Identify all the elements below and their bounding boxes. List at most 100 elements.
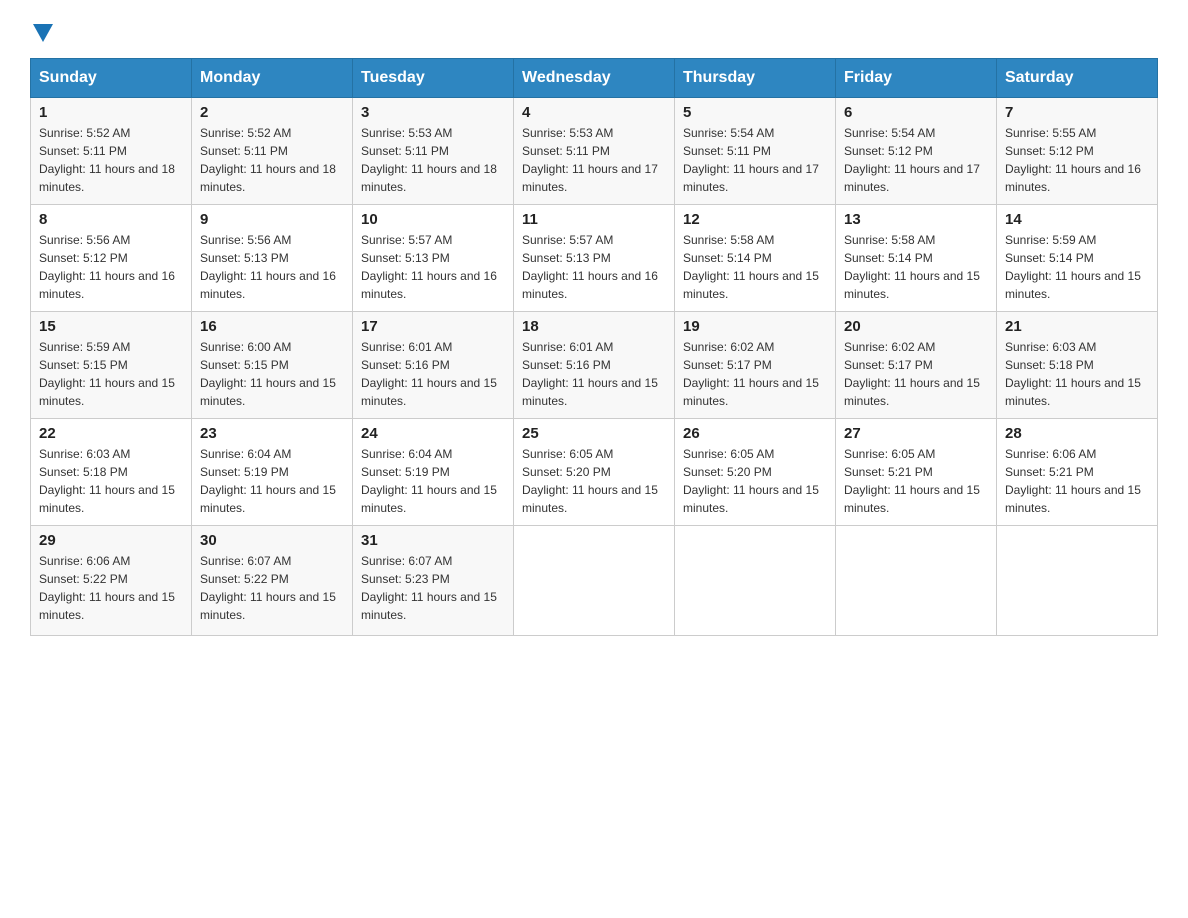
calendar-cell: 7 Sunrise: 5:55 AMSunset: 5:12 PMDaylight… — [997, 98, 1158, 205]
day-number: 22 — [39, 425, 183, 442]
calendar-cell: 25Sunrise: 6:05 AMSunset: 5:20 PMDayligh… — [514, 419, 675, 526]
calendar-cell: 4 Sunrise: 5:53 AMSunset: 5:11 PMDaylight… — [514, 98, 675, 205]
header-tuesday: Tuesday — [353, 59, 514, 98]
day-info: Sunrise: 5:53 AMSunset: 5:11 PMDaylight:… — [361, 124, 505, 196]
day-info: Sunrise: 5:52 AMSunset: 5:11 PMDaylight:… — [200, 124, 344, 196]
day-info: Sunrise: 5:55 AMSunset: 5:12 PMDaylight:… — [1005, 124, 1149, 196]
day-number: 5 — [683, 104, 827, 121]
day-number: 24 — [361, 425, 505, 442]
day-info: Sunrise: 6:01 AMSunset: 5:16 PMDaylight:… — [361, 338, 505, 410]
day-info: Sunrise: 6:02 AMSunset: 5:17 PMDaylight:… — [683, 338, 827, 410]
day-info: Sunrise: 5:58 AMSunset: 5:14 PMDaylight:… — [844, 231, 988, 303]
calendar-week-row: 8 Sunrise: 5:56 AMSunset: 5:12 PMDaylight… — [31, 205, 1158, 312]
day-number: 21 — [1005, 318, 1149, 335]
day-info: Sunrise: 5:58 AMSunset: 5:14 PMDaylight:… — [683, 231, 827, 303]
header-wednesday: Wednesday — [514, 59, 675, 98]
header-monday: Monday — [192, 59, 353, 98]
day-info: Sunrise: 6:05 AMSunset: 5:20 PMDaylight:… — [683, 445, 827, 517]
day-number: 20 — [844, 318, 988, 335]
day-number: 31 — [361, 532, 505, 549]
calendar-week-row: 22 Sunrise: 6:03 AMSunset: 5:18 PMDayligh… — [31, 419, 1158, 526]
calendar-cell — [514, 526, 675, 636]
calendar-cell: 31 Sunrise: 6:07 AMSunset: 5:23 PMDayligh… — [353, 526, 514, 636]
day-number: 28 — [1005, 425, 1149, 442]
calendar-cell: 1Sunrise: 5:52 AMSunset: 5:11 PMDaylight… — [31, 98, 192, 205]
day-number: 14 — [1005, 211, 1149, 228]
calendar-cell: 11 Sunrise: 5:57 AMSunset: 5:13 PMDayligh… — [514, 205, 675, 312]
day-number: 1 — [39, 104, 183, 121]
day-info: Sunrise: 6:02 AMSunset: 5:17 PMDaylight:… — [844, 338, 988, 410]
day-number: 30 — [200, 532, 344, 549]
day-info: Sunrise: 6:07 AMSunset: 5:23 PMDaylight:… — [361, 552, 505, 624]
day-info: Sunrise: 5:57 AMSunset: 5:13 PMDaylight:… — [522, 231, 666, 303]
day-number: 11 — [522, 211, 666, 228]
day-info: Sunrise: 6:03 AMSunset: 5:18 PMDaylight:… — [39, 445, 183, 517]
calendar-cell: 21 Sunrise: 6:03 AMSunset: 5:18 PMDayligh… — [997, 312, 1158, 419]
day-info: Sunrise: 6:01 AMSunset: 5:16 PMDaylight:… — [522, 338, 666, 410]
calendar-cell: 14 Sunrise: 5:59 AMSunset: 5:14 PMDayligh… — [997, 205, 1158, 312]
calendar-cell: 3Sunrise: 5:53 AMSunset: 5:11 PMDaylight… — [353, 98, 514, 205]
calendar-cell: 12 Sunrise: 5:58 AMSunset: 5:14 PMDayligh… — [675, 205, 836, 312]
calendar-cell — [675, 526, 836, 636]
day-number: 13 — [844, 211, 988, 228]
header-sunday: Sunday — [31, 59, 192, 98]
calendar-cell: 17 Sunrise: 6:01 AMSunset: 5:16 PMDayligh… — [353, 312, 514, 419]
calendar-cell: 29 Sunrise: 6:06 AMSunset: 5:22 PMDayligh… — [31, 526, 192, 636]
calendar-cell: 18Sunrise: 6:01 AMSunset: 5:16 PMDayligh… — [514, 312, 675, 419]
calendar-cell: 15 Sunrise: 5:59 AMSunset: 5:15 PMDayligh… — [31, 312, 192, 419]
day-number: 10 — [361, 211, 505, 228]
day-number: 29 — [39, 532, 183, 549]
day-info: Sunrise: 5:53 AMSunset: 5:11 PMDaylight:… — [522, 124, 666, 196]
day-info: Sunrise: 6:04 AMSunset: 5:19 PMDaylight:… — [361, 445, 505, 517]
day-info: Sunrise: 6:04 AMSunset: 5:19 PMDaylight:… — [200, 445, 344, 517]
calendar-cell: 30 Sunrise: 6:07 AMSunset: 5:22 PMDayligh… — [192, 526, 353, 636]
calendar-cell: 10 Sunrise: 5:57 AMSunset: 5:13 PMDayligh… — [353, 205, 514, 312]
day-number: 27 — [844, 425, 988, 442]
header-friday: Friday — [836, 59, 997, 98]
logo — [30, 20, 53, 40]
calendar-cell: 27Sunrise: 6:05 AMSunset: 5:21 PMDayligh… — [836, 419, 997, 526]
day-info: Sunrise: 6:07 AMSunset: 5:22 PMDaylight:… — [200, 552, 344, 624]
day-info: Sunrise: 5:57 AMSunset: 5:13 PMDaylight:… — [361, 231, 505, 303]
day-number: 25 — [522, 425, 666, 442]
calendar-cell: 23 Sunrise: 6:04 AMSunset: 5:19 PMDayligh… — [192, 419, 353, 526]
logo-triangle-icon — [33, 24, 53, 42]
day-info: Sunrise: 5:56 AMSunset: 5:12 PMDaylight:… — [39, 231, 183, 303]
calendar-cell: 5 Sunrise: 5:54 AMSunset: 5:11 PMDaylight… — [675, 98, 836, 205]
calendar-cell: 16Sunrise: 6:00 AMSunset: 5:15 PMDayligh… — [192, 312, 353, 419]
day-info: Sunrise: 5:56 AMSunset: 5:13 PMDaylight:… — [200, 231, 344, 303]
day-number: 19 — [683, 318, 827, 335]
day-info: Sunrise: 5:59 AMSunset: 5:15 PMDaylight:… — [39, 338, 183, 410]
calendar-cell: 6Sunrise: 5:54 AMSunset: 5:12 PMDaylight… — [836, 98, 997, 205]
calendar-cell: 13 Sunrise: 5:58 AMSunset: 5:14 PMDayligh… — [836, 205, 997, 312]
day-info: Sunrise: 6:06 AMSunset: 5:21 PMDaylight:… — [1005, 445, 1149, 517]
day-number: 12 — [683, 211, 827, 228]
day-info: Sunrise: 5:54 AMSunset: 5:11 PMDaylight:… — [683, 124, 827, 196]
day-number: 15 — [39, 318, 183, 335]
calendar-cell: 20 Sunrise: 6:02 AMSunset: 5:17 PMDayligh… — [836, 312, 997, 419]
day-number: 2 — [200, 104, 344, 121]
day-number: 7 — [1005, 104, 1149, 121]
calendar-week-row: 15 Sunrise: 5:59 AMSunset: 5:15 PMDayligh… — [31, 312, 1158, 419]
day-number: 17 — [361, 318, 505, 335]
calendar-cell: 2 Sunrise: 5:52 AMSunset: 5:11 PMDaylight… — [192, 98, 353, 205]
day-info: Sunrise: 5:54 AMSunset: 5:12 PMDaylight:… — [844, 124, 988, 196]
day-number: 9 — [200, 211, 344, 228]
day-info: Sunrise: 5:59 AMSunset: 5:14 PMDaylight:… — [1005, 231, 1149, 303]
calendar-cell: 26 Sunrise: 6:05 AMSunset: 5:20 PMDayligh… — [675, 419, 836, 526]
day-info: Sunrise: 6:03 AMSunset: 5:18 PMDaylight:… — [1005, 338, 1149, 410]
day-number: 26 — [683, 425, 827, 442]
calendar-cell: 28 Sunrise: 6:06 AMSunset: 5:21 PMDayligh… — [997, 419, 1158, 526]
calendar-cell: 8 Sunrise: 5:56 AMSunset: 5:12 PMDaylight… — [31, 205, 192, 312]
day-number: 4 — [522, 104, 666, 121]
day-number: 23 — [200, 425, 344, 442]
calendar-week-row: 29 Sunrise: 6:06 AMSunset: 5:22 PMDayligh… — [31, 526, 1158, 636]
page-header — [30, 20, 1158, 40]
day-number: 16 — [200, 318, 344, 335]
calendar-cell: 24 Sunrise: 6:04 AMSunset: 5:19 PMDayligh… — [353, 419, 514, 526]
day-info: Sunrise: 6:06 AMSunset: 5:22 PMDaylight:… — [39, 552, 183, 624]
day-number: 8 — [39, 211, 183, 228]
calendar-cell: 9 Sunrise: 5:56 AMSunset: 5:13 PMDaylight… — [192, 205, 353, 312]
calendar-week-row: 1 Sunrise: 5:52 AMSunset: 5:11 PMDaylight… — [31, 98, 1158, 205]
calendar-cell — [836, 526, 997, 636]
